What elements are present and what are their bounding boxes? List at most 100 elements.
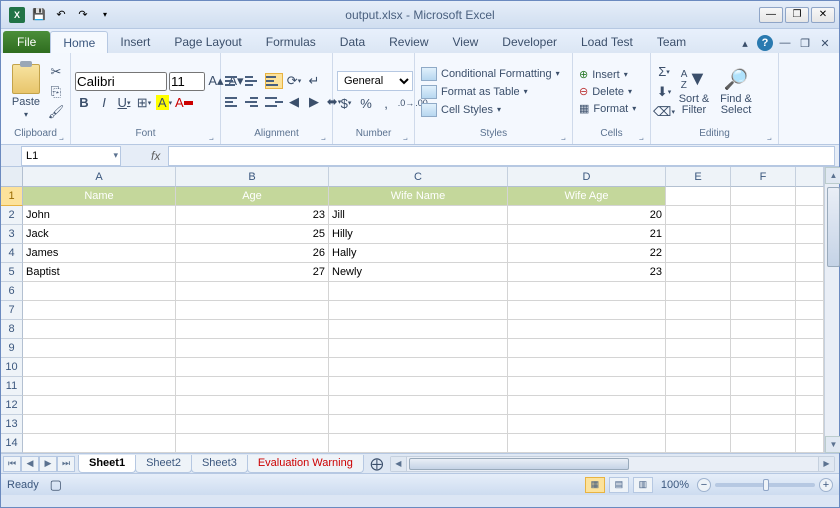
orientation-icon[interactable]: ⟳▾ bbox=[285, 72, 303, 90]
cell-E4[interactable] bbox=[666, 244, 731, 263]
row-header-9[interactable]: 9 bbox=[1, 339, 23, 358]
tab-insert[interactable]: Insert bbox=[108, 31, 162, 53]
cell-C11[interactable] bbox=[329, 377, 508, 396]
cell-14[interactable] bbox=[796, 434, 824, 453]
cell-6[interactable] bbox=[796, 282, 824, 301]
tab-page-layout[interactable]: Page Layout bbox=[162, 31, 253, 53]
align-right-icon[interactable] bbox=[265, 94, 283, 110]
cell-B9[interactable] bbox=[176, 339, 329, 358]
cell-C6[interactable] bbox=[329, 282, 508, 301]
fill-color-button[interactable]: A▾ bbox=[155, 94, 173, 112]
cell-C4[interactable]: Hally bbox=[329, 244, 508, 263]
copy-icon[interactable]: ⎘ bbox=[47, 83, 65, 101]
cell-8[interactable] bbox=[796, 320, 824, 339]
delete-cells-button[interactable]: ⊖Delete▾ bbox=[577, 84, 638, 99]
tab-home[interactable]: Home bbox=[50, 31, 108, 53]
row-header-14[interactable]: 14 bbox=[1, 434, 23, 453]
font-name-select[interactable] bbox=[75, 72, 167, 91]
cell-F1[interactable] bbox=[731, 187, 796, 206]
cell-F2[interactable] bbox=[731, 206, 796, 225]
page-layout-view-icon[interactable]: ▤ bbox=[609, 477, 629, 493]
vertical-scrollbar[interactable]: ▲ ▼ bbox=[824, 167, 839, 453]
cell-F8[interactable] bbox=[731, 320, 796, 339]
row-header-1[interactable]: 1 bbox=[1, 187, 23, 206]
cell-D11[interactable] bbox=[508, 377, 666, 396]
sheet-nav-last-icon[interactable]: ⏭ bbox=[57, 456, 75, 472]
insert-cells-button[interactable]: ⊕Insert▾ bbox=[577, 67, 638, 82]
cell-5[interactable] bbox=[796, 263, 824, 282]
increase-decimal-icon[interactable]: .0→ bbox=[397, 94, 415, 112]
cell-B12[interactable] bbox=[176, 396, 329, 415]
conditional-formatting-button[interactable]: Conditional Formatting▾ bbox=[419, 66, 562, 82]
normal-view-icon[interactable]: ▦ bbox=[585, 477, 605, 493]
cell-D4[interactable]: 22 bbox=[508, 244, 666, 263]
cell-A3[interactable]: Jack bbox=[23, 225, 176, 244]
cell-D13[interactable] bbox=[508, 415, 666, 434]
number-format-select[interactable]: General bbox=[337, 71, 413, 91]
cell-A14[interactable] bbox=[23, 434, 176, 453]
cell-D9[interactable] bbox=[508, 339, 666, 358]
cell-B2[interactable]: 23 bbox=[176, 206, 329, 225]
cell-E13[interactable] bbox=[666, 415, 731, 434]
doc-close-icon[interactable]: ✕ bbox=[817, 36, 833, 50]
increase-indent-icon[interactable]: ▶ bbox=[305, 93, 323, 111]
cell-E6[interactable] bbox=[666, 282, 731, 301]
row-header-7[interactable]: 7 bbox=[1, 301, 23, 320]
scroll-left-icon[interactable]: ◀ bbox=[391, 457, 407, 471]
cell-4[interactable] bbox=[796, 244, 824, 263]
restore-button[interactable]: ❐ bbox=[785, 7, 809, 23]
name-box[interactable]: L1 bbox=[21, 146, 121, 166]
horizontal-scrollbar[interactable]: ◀ ▶ bbox=[390, 456, 835, 472]
cell-A9[interactable] bbox=[23, 339, 176, 358]
clear-icon[interactable]: ⌫▾ bbox=[655, 103, 673, 121]
percent-format-icon[interactable]: % bbox=[357, 94, 375, 112]
cell-F10[interactable] bbox=[731, 358, 796, 377]
comma-format-icon[interactable]: , bbox=[377, 94, 395, 112]
cell-F11[interactable] bbox=[731, 377, 796, 396]
select-all-corner[interactable] bbox=[1, 167, 23, 187]
cell-B8[interactable] bbox=[176, 320, 329, 339]
row-header-11[interactable]: 11 bbox=[1, 377, 23, 396]
cell-13[interactable] bbox=[796, 415, 824, 434]
cell-B14[interactable] bbox=[176, 434, 329, 453]
hscroll-thumb[interactable] bbox=[409, 458, 629, 470]
cell-C7[interactable] bbox=[329, 301, 508, 320]
redo-icon[interactable]: ↷ bbox=[73, 5, 93, 25]
find-select-button[interactable]: 🔎 Find & Select bbox=[715, 68, 757, 116]
column-header-E[interactable]: E bbox=[666, 167, 731, 187]
cell-E9[interactable] bbox=[666, 339, 731, 358]
zoom-level[interactable]: 100% bbox=[661, 479, 689, 491]
cell-D7[interactable] bbox=[508, 301, 666, 320]
minimize-button[interactable]: — bbox=[759, 7, 783, 23]
cell-B13[interactable] bbox=[176, 415, 329, 434]
cut-icon[interactable]: ✂ bbox=[47, 63, 65, 81]
row-header-13[interactable]: 13 bbox=[1, 415, 23, 434]
cell-11[interactable] bbox=[796, 377, 824, 396]
cell-10[interactable] bbox=[796, 358, 824, 377]
sheet-tab-sheet1[interactable]: Sheet1 bbox=[78, 455, 136, 473]
align-center-icon[interactable] bbox=[245, 94, 263, 110]
tab-load-test[interactable]: Load Test bbox=[569, 31, 645, 53]
tab-developer[interactable]: Developer bbox=[490, 31, 569, 53]
cell-12[interactable] bbox=[796, 396, 824, 415]
format-painter-icon[interactable]: 🖌 bbox=[47, 103, 65, 121]
macro-record-icon[interactable]: ▢ bbox=[47, 476, 65, 494]
bold-button[interactable]: B bbox=[75, 94, 93, 112]
cell-A10[interactable] bbox=[23, 358, 176, 377]
cell-E7[interactable] bbox=[666, 301, 731, 320]
cell-C13[interactable] bbox=[329, 415, 508, 434]
cell-F14[interactable] bbox=[731, 434, 796, 453]
cell-F6[interactable] bbox=[731, 282, 796, 301]
row-header-3[interactable]: 3 bbox=[1, 225, 23, 244]
sort-filter-button[interactable]: AZ▼ Sort & Filter bbox=[673, 68, 715, 116]
format-cells-button[interactable]: ▦Format▾ bbox=[577, 101, 638, 116]
font-size-select[interactable] bbox=[169, 72, 205, 91]
scroll-right-icon[interactable]: ▶ bbox=[818, 457, 834, 471]
cell-F9[interactable] bbox=[731, 339, 796, 358]
cell-A4[interactable]: James bbox=[23, 244, 176, 263]
cell-E12[interactable] bbox=[666, 396, 731, 415]
fx-icon[interactable]: fx bbox=[151, 149, 160, 163]
cell-A12[interactable] bbox=[23, 396, 176, 415]
cell-C12[interactable] bbox=[329, 396, 508, 415]
accounting-format-icon[interactable]: $▾ bbox=[337, 94, 355, 112]
